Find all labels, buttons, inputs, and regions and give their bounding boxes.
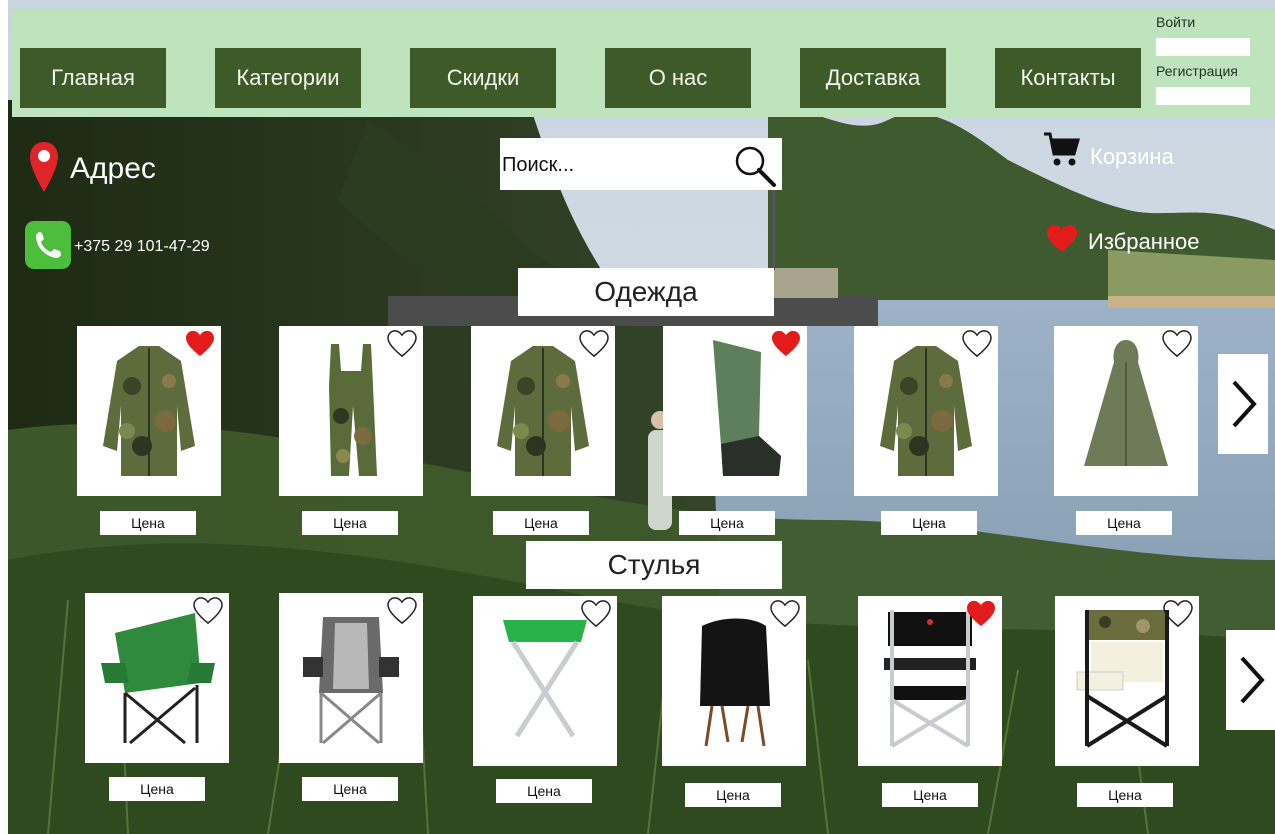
chevron-right-icon (1232, 380, 1257, 428)
login-field[interactable] (1156, 38, 1250, 56)
favorite-heart-outline-icon[interactable] (387, 330, 417, 358)
favorite-heart-outline-icon[interactable] (770, 600, 800, 628)
product-card[interactable] (1055, 596, 1199, 766)
phone-icon[interactable] (25, 221, 71, 269)
price-label[interactable]: Цена (1077, 783, 1173, 807)
product-card[interactable] (279, 593, 423, 763)
nav-home[interactable]: Главная (20, 48, 166, 108)
price-label[interactable]: Цена (881, 511, 977, 535)
favorite-heart-outline-icon[interactable] (579, 330, 609, 358)
price-label[interactable]: Цена (100, 511, 196, 535)
product-card[interactable] (77, 326, 221, 496)
product-card[interactable] (1054, 326, 1198, 496)
phone-number: +375 29 101-47-29 (74, 238, 210, 255)
next-arrow-clothing[interactable] (1218, 354, 1268, 454)
nav-contacts[interactable]: Контакты (995, 48, 1141, 108)
section-title-clothing: Одежда (518, 268, 774, 316)
favorite-heart-filled-icon[interactable] (771, 330, 801, 358)
product-card[interactable] (663, 326, 807, 496)
favorites-heart-icon[interactable] (1046, 224, 1078, 254)
favorites-link[interactable]: Избранное (1088, 229, 1200, 255)
product-card[interactable] (662, 596, 806, 766)
nav-delivery[interactable]: Доставка (800, 48, 946, 108)
price-label[interactable]: Цена (1076, 511, 1172, 535)
search-placeholder: Поиск... (502, 154, 575, 176)
favorite-heart-outline-icon[interactable] (193, 597, 223, 625)
product-card[interactable] (854, 326, 998, 496)
product-card[interactable] (279, 326, 423, 496)
register-field[interactable] (1156, 87, 1250, 105)
price-label[interactable]: Цена (496, 779, 592, 803)
cart-icon[interactable] (1042, 130, 1082, 170)
product-card[interactable] (85, 593, 229, 763)
cart-link[interactable]: Корзина (1090, 144, 1174, 170)
product-card[interactable] (858, 596, 1002, 766)
address-text: Адрес (70, 152, 156, 185)
product-card[interactable] (473, 596, 617, 766)
favorite-heart-outline-icon[interactable] (581, 600, 611, 628)
price-label[interactable]: Цена (882, 783, 978, 807)
favorite-heart-filled-icon[interactable] (185, 330, 215, 358)
login-label[interactable]: Войти (1156, 14, 1195, 30)
next-arrow-chairs[interactable] (1226, 630, 1275, 730)
favorite-heart-filled-icon[interactable] (966, 600, 996, 628)
price-label[interactable]: Цена (685, 783, 781, 807)
price-label[interactable]: Цена (679, 511, 775, 535)
nav-discounts[interactable]: Скидки (410, 48, 556, 108)
favorite-heart-outline-icon[interactable] (1163, 600, 1193, 628)
section-title-chairs: Стулья (526, 541, 782, 589)
price-label[interactable]: Цена (109, 777, 205, 801)
location-pin-icon (30, 142, 58, 192)
favorite-heart-outline-icon[interactable] (962, 330, 992, 358)
nav-about[interactable]: О нас (605, 48, 751, 108)
favorite-heart-outline-icon[interactable] (1162, 330, 1192, 358)
price-label[interactable]: Цена (302, 777, 398, 801)
top-header-bar: Главная Категории Скидки О нас Доставка … (12, 10, 1275, 117)
price-label[interactable]: Цена (302, 511, 398, 535)
search-icon[interactable] (732, 143, 778, 189)
register-label[interactable]: Регистрация (1156, 63, 1238, 79)
nav-categories[interactable]: Категории (215, 48, 361, 108)
chevron-right-icon (1240, 656, 1265, 704)
search-box[interactable]: Поиск... (500, 138, 782, 190)
product-card[interactable] (471, 326, 615, 496)
favorite-heart-outline-icon[interactable] (387, 597, 417, 625)
price-label[interactable]: Цена (493, 511, 589, 535)
